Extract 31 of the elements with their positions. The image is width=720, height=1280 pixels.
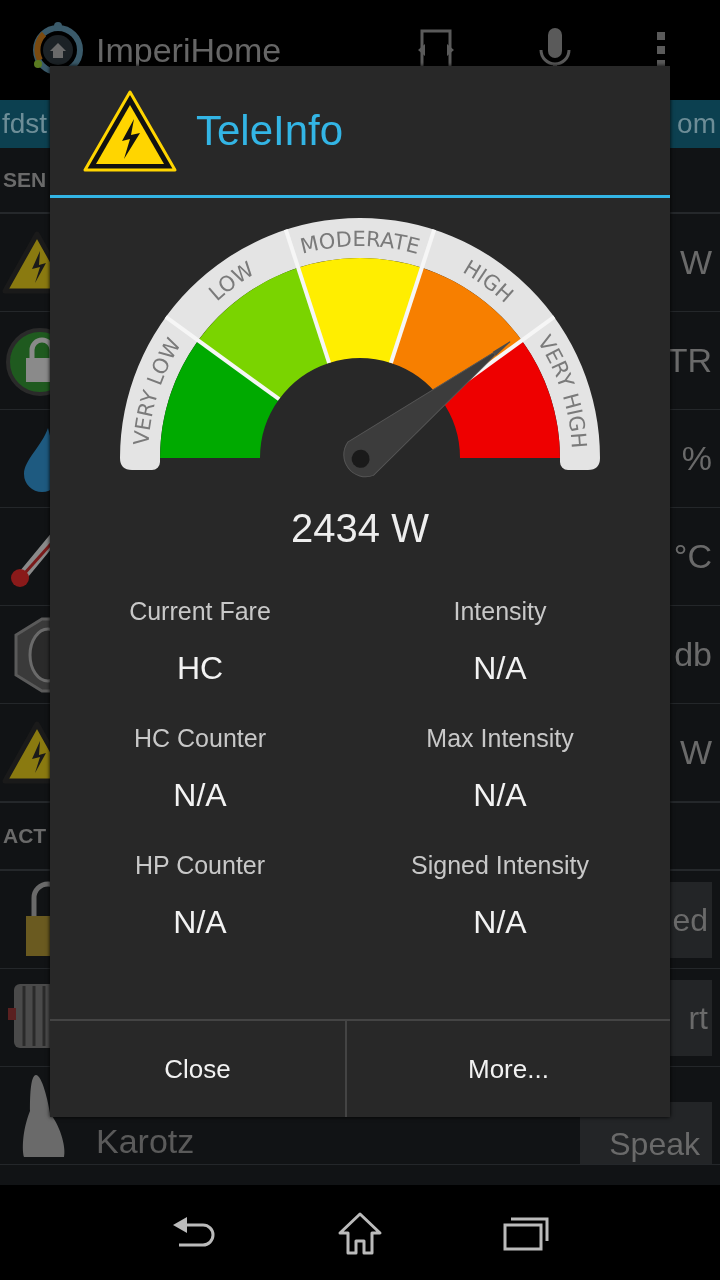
home-icon[interactable] bbox=[336, 1210, 384, 1255]
tab-label[interactable]: om bbox=[677, 108, 716, 140]
device-name: Karotz bbox=[96, 1124, 195, 1158]
field-label: Signed Intensity bbox=[411, 851, 589, 880]
sensor-value: W bbox=[679, 243, 712, 282]
sensor-value: °C bbox=[673, 537, 712, 576]
field-value: N/A bbox=[173, 777, 227, 814]
sensor-value: W bbox=[679, 733, 712, 772]
warning-icon bbox=[82, 88, 178, 173]
sensor-value: % bbox=[681, 439, 712, 478]
field-label: Max Intensity bbox=[426, 724, 574, 753]
field-value: HC bbox=[176, 650, 224, 687]
sensor-value: db bbox=[674, 635, 712, 674]
tab-label[interactable]: fdst bbox=[2, 108, 48, 140]
field-value: N/A bbox=[473, 904, 527, 941]
section-header: ACT bbox=[3, 824, 47, 848]
field-label: Current Fare bbox=[129, 597, 271, 626]
dialog-button[interactable]: More... bbox=[344, 1021, 670, 1117]
app-title: ImperiHome bbox=[96, 30, 282, 70]
field-label: Intensity bbox=[453, 597, 547, 626]
field-value: N/A bbox=[173, 904, 227, 941]
dialog-title: TeleInfo bbox=[196, 106, 344, 155]
gauge-label: MODERATE bbox=[298, 226, 423, 259]
field-value: N/A bbox=[473, 650, 527, 687]
field-value: N/A bbox=[473, 777, 527, 814]
field-label: HC Counter bbox=[134, 724, 266, 753]
sensor-value: TR bbox=[666, 341, 712, 380]
field-label: HP Counter bbox=[134, 851, 266, 880]
power-reading: 2434 W bbox=[291, 506, 429, 551]
dialog-button[interactable]: Close bbox=[50, 1021, 345, 1117]
section-header: SEN bbox=[3, 168, 47, 192]
